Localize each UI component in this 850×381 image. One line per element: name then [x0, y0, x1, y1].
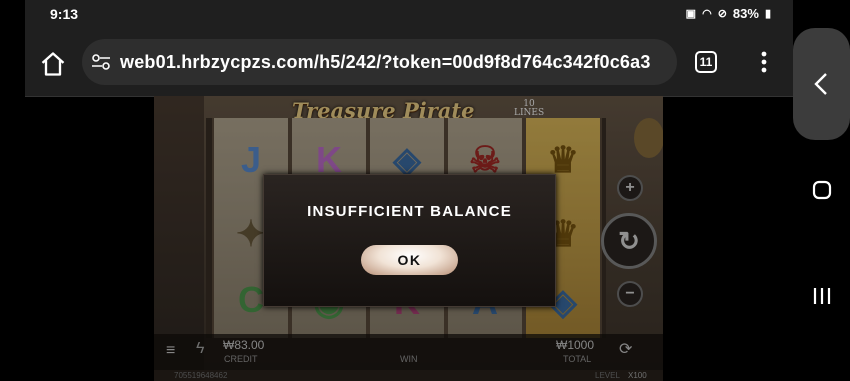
battery-percent: 83% [732, 6, 759, 21]
insufficient-balance-dialog: INSUFFICIENT BALANCE OK [263, 174, 556, 307]
home-nav-button[interactable] [812, 180, 832, 200]
browser-toolbar: web01.hrbzycpzs.com/h5/242/?token=00d9f8… [25, 30, 793, 97]
do-not-disturb-icon: ⊘ [717, 8, 727, 20]
back-button[interactable] [793, 28, 850, 140]
dialog-message: INSUFFICIENT BALANCE [307, 203, 512, 220]
home-icon[interactable] [39, 50, 67, 78]
system-navigation-bar [793, 0, 850, 381]
battery-icon: ▮ [764, 8, 771, 20]
back-icon [814, 73, 827, 95]
ok-button[interactable]: OK [361, 245, 458, 275]
status-bar: 9:13 ▣ ◠ ⊘ 83% ▮ [25, 0, 793, 30]
recent-apps-button[interactable] [812, 287, 832, 305]
battery-saver-icon: ▣ [685, 8, 697, 20]
url-text[interactable]: web01.hrbzycpzs.com/h5/242/?token=00d9f8… [120, 52, 651, 73]
more-options-icon[interactable] [761, 50, 767, 74]
status-time: 9:13 [50, 6, 79, 22]
wifi-icon: ◠ [702, 8, 712, 20]
status-icons: ▣ ◠ ⊘ 83% ▮ [686, 6, 771, 21]
tab-switcher-button[interactable]: 11 [695, 51, 717, 73]
address-bar[interactable]: web01.hrbzycpzs.com/h5/242/?token=00d9f8… [82, 39, 677, 85]
site-settings-icon[interactable] [91, 53, 111, 71]
